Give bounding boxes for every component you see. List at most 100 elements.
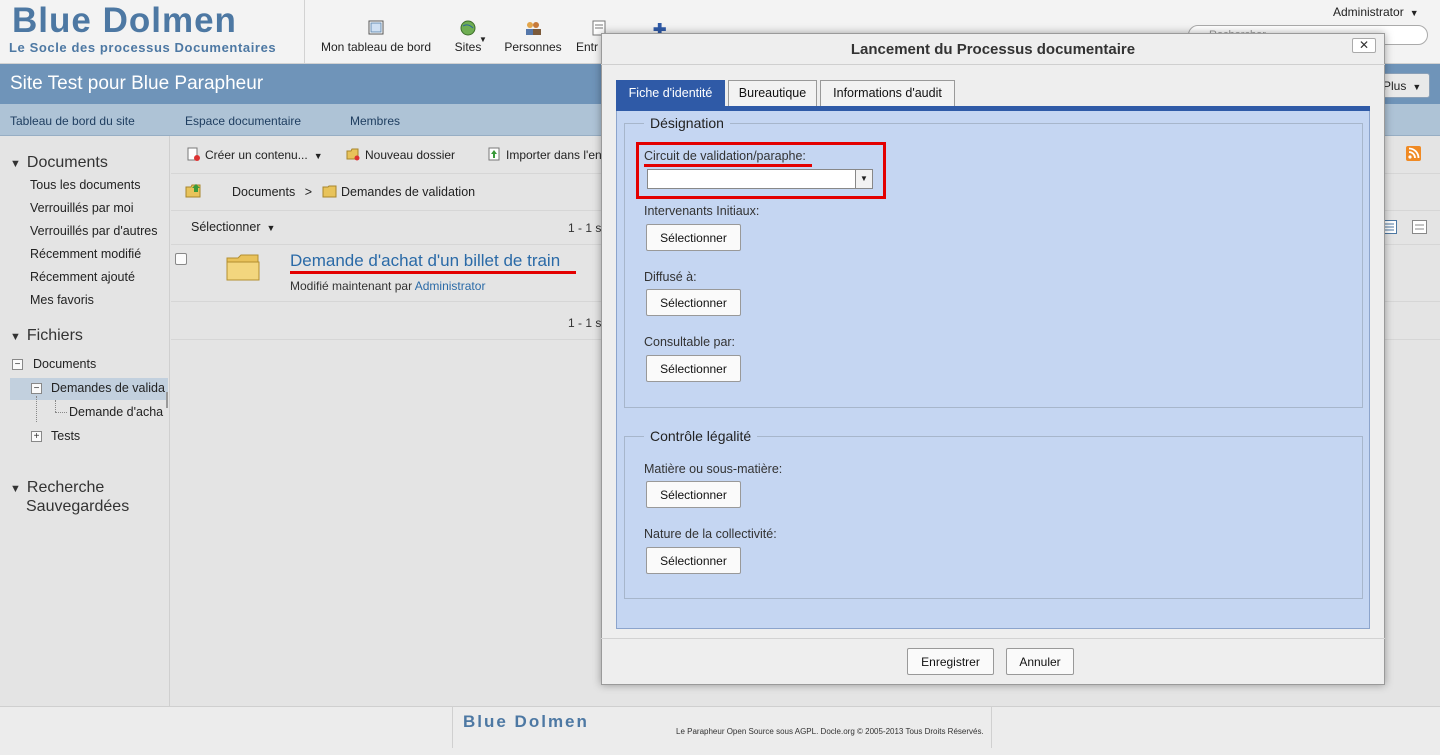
filter-recently-added[interactable]: Récemment ajouté	[30, 270, 135, 284]
new-folder-label: Nouveau dossier	[365, 148, 456, 162]
nav-my-dashboard-label: Mon tableau de bord	[320, 40, 432, 54]
nav-tasks[interactable]: Entr	[576, 20, 606, 54]
files-heading[interactable]: ▼ Fichiers	[10, 327, 83, 345]
tree-node-validation-requests[interactable]: Demandes de valida	[51, 381, 168, 395]
upload-icon	[488, 147, 500, 161]
dashboard-icon	[368, 20, 384, 35]
dialog-title: Lancement du Processus documentaire	[850, 41, 1136, 58]
document-title-link[interactable]: Demande d'achat d'un billet de train	[290, 251, 560, 271]
chevron-down-icon[interactable]: ▼	[855, 170, 872, 188]
nav-my-dashboard[interactable]: Mon tableau de bord	[318, 20, 434, 54]
tree-line	[55, 412, 67, 413]
highlight-underline	[644, 164, 812, 167]
nav-tasks-label: Entr	[576, 40, 599, 54]
chevron-down-icon: ▼	[266, 223, 276, 233]
filter-favorites[interactable]: Mes favoris	[30, 293, 94, 307]
saved-searches-label-line2: Sauvegardées	[26, 498, 130, 515]
tree-node-tests[interactable]: Tests	[51, 429, 80, 443]
folder-up-icon[interactable]	[185, 183, 203, 198]
viewable-by-label: Consultable par:	[644, 335, 736, 349]
new-folder-button[interactable]: Nouveau dossier	[346, 147, 455, 162]
folder-icon[interactable]	[226, 253, 260, 281]
select-matter-button[interactable]: Sélectionner	[646, 481, 741, 508]
filter-locked-by-others[interactable]: Verrouillés par d'autres	[30, 224, 157, 238]
circuit-select[interactable]: ▼	[647, 169, 873, 189]
sites-dropdown-icon[interactable]: ▼	[479, 35, 487, 44]
community-nature-label: Nature de la collectivité:	[644, 527, 777, 541]
more-button-label: Plus	[1383, 79, 1407, 93]
tree-expand-icon[interactable]: +	[31, 431, 42, 442]
filter-recently-modified[interactable]: Récemment modifié	[30, 247, 141, 261]
people-icon	[526, 22, 541, 35]
tree-collapse-icon[interactable]: −	[31, 383, 42, 394]
filter-locked-by-me[interactable]: Verrouillés par moi	[30, 201, 134, 215]
nav-people[interactable]: Personnes	[500, 20, 566, 54]
create-content-button[interactable]: Créer un contenu... ▼	[186, 147, 323, 162]
folder-open-icon	[322, 185, 337, 198]
tree-line	[55, 400, 56, 412]
site-title: Site Test pour Blue Parapheur	[10, 73, 264, 94]
collapse-triangle-icon: ▼	[10, 331, 21, 343]
document-meta: Modifié maintenant par Administrator	[290, 279, 485, 293]
tab-identity[interactable]: Fiche d'identité	[616, 80, 725, 106]
documents-heading-label: Documents	[26, 154, 108, 171]
rss-icon[interactable]	[1406, 146, 1421, 161]
tree-line	[36, 396, 37, 422]
distributed-to-label: Diffusé à:	[644, 270, 697, 284]
document-meta-text: Modifié maintenant par	[290, 279, 413, 293]
new-document-icon	[187, 147, 200, 161]
user-menu-label: Administrator	[1333, 5, 1404, 19]
close-icon[interactable]: ✕	[1352, 38, 1376, 53]
item-checkbox[interactable]	[175, 253, 187, 265]
panel-resize-handle[interactable]	[166, 392, 168, 408]
tree-node-documents[interactable]: Documents	[33, 357, 96, 371]
save-button[interactable]: Enregistrer	[907, 648, 994, 675]
footer-logo[interactable]: Blue Dolmen	[463, 712, 589, 732]
select-initial-participants-button[interactable]: Sélectionner	[646, 224, 741, 251]
document-author-link[interactable]: Administrator	[415, 279, 486, 293]
dialog-divider	[601, 64, 1385, 65]
legality-legend: Contrôle légalité	[644, 428, 758, 444]
sitenav-document-library[interactable]: Espace documentaire	[185, 114, 301, 128]
new-folder-icon	[346, 148, 360, 161]
saved-searches-heading[interactable]: ▼ Recherche	[10, 479, 104, 497]
chevron-down-icon: ▼	[313, 151, 323, 161]
tab-office[interactable]: Bureautique	[728, 80, 817, 106]
select-viewable-by-button[interactable]: Sélectionner	[646, 355, 741, 382]
legality-fieldset	[624, 436, 1363, 599]
chevron-down-icon: ▼	[1412, 82, 1422, 92]
sitenav-dashboard[interactable]: Tableau de bord du site	[10, 114, 135, 128]
tab-audit-info[interactable]: Informations d'audit	[820, 80, 955, 106]
chevron-down-icon: ▼	[1409, 8, 1419, 18]
saved-searches-label-line1: Recherche	[26, 479, 105, 496]
user-menu[interactable]: Administrator ▼	[1333, 5, 1419, 19]
select-menu-label: Sélectionner	[191, 220, 261, 234]
cancel-button[interactable]: Annuler	[1006, 648, 1074, 675]
sitenav-members[interactable]: Membres	[350, 114, 400, 128]
globe-icon	[460, 20, 476, 36]
app-logo-subtitle: Le Socle des processus Documentaires	[9, 40, 277, 55]
breadcrumb-current: Demandes de validation	[341, 185, 476, 199]
breadcrumb-separator: >	[304, 185, 313, 199]
matter-label: Matière ou sous-matière:	[644, 462, 783, 476]
files-heading-label: Fichiers	[26, 327, 83, 344]
import-button[interactable]: Importer dans l'en	[487, 147, 602, 162]
tree-node-purchase-request[interactable]: Demande d'acha	[69, 405, 165, 419]
pager-bottom: 1 - 1 s	[568, 316, 602, 330]
simple-view-icon[interactable]	[1412, 220, 1427, 234]
nav-people-label: Personnes	[504, 40, 562, 54]
filter-all-documents[interactable]: Tous les documents	[30, 178, 140, 192]
header-divider	[304, 0, 305, 64]
documents-heading[interactable]: ▼ Documents	[10, 154, 108, 172]
collapse-triangle-icon: ▼	[10, 483, 21, 495]
select-community-nature-button[interactable]: Sélectionner	[646, 547, 741, 574]
select-distributed-to-button[interactable]: Sélectionner	[646, 289, 741, 316]
breadcrumb-root[interactable]: Documents	[232, 185, 295, 199]
pager-top: 1 - 1 s	[568, 221, 602, 235]
app-logo[interactable]: Blue Dolmen	[12, 2, 237, 40]
select-menu[interactable]: Sélectionner ▼	[191, 220, 275, 234]
tree-collapse-icon[interactable]: −	[12, 359, 23, 370]
nav-sites-label: Sites	[454, 40, 482, 54]
import-label: Importer dans l'en	[506, 148, 602, 162]
left-panel	[0, 136, 170, 706]
